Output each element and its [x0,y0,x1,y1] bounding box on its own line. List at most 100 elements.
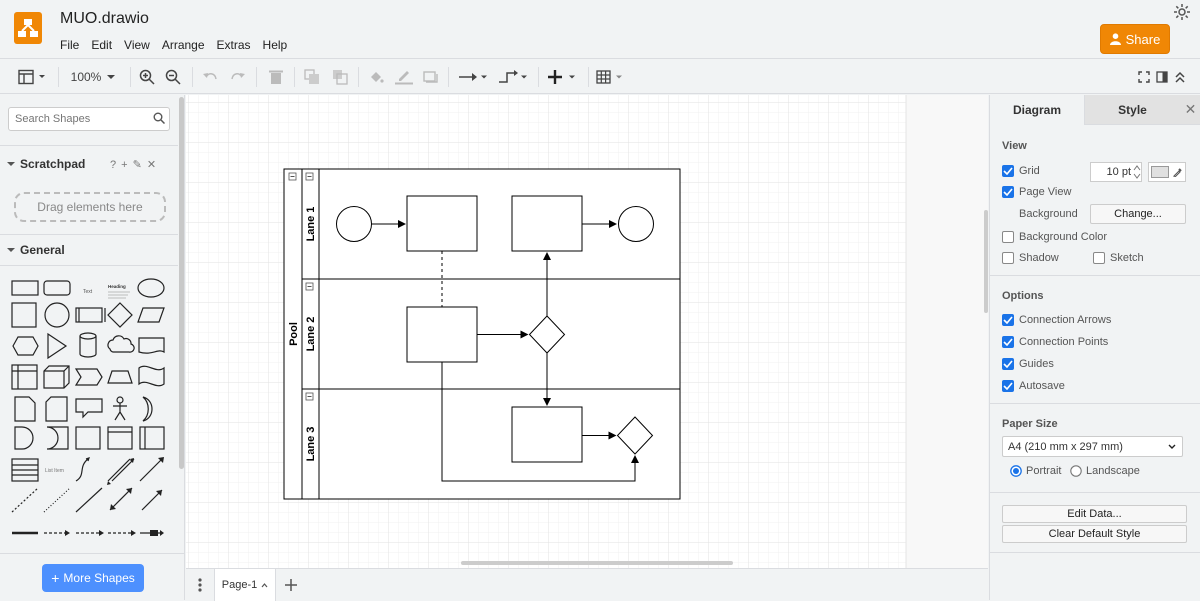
menu-extras[interactable]: Extras [217,38,251,52]
fullscreen-button[interactable] [1136,67,1152,87]
fill-color-button[interactable] [366,67,386,87]
paper-size-select[interactable]: A4 (210 mm x 297 mm) [1002,436,1183,457]
clear-default-style-button[interactable]: Clear Default Style [1002,525,1187,543]
general-title: General [20,243,65,257]
zoom-in-button[interactable] [138,67,156,87]
diagram-canvas[interactable]: Pool Lane 1 Lane 2 Lane 3 [186,95,988,568]
autosave-label: Autosave [1019,380,1065,392]
paper-size-section-title: Paper Size [1002,418,1058,430]
insert-dropdown[interactable] [546,67,580,87]
tab-style[interactable]: Style [1084,95,1180,125]
close-icon[interactable]: ✕ [1180,95,1200,125]
connection-points-checkbox[interactable]: Connection Points [1002,336,1108,348]
zoom-out-button[interactable] [164,67,182,87]
to-front-icon [304,69,319,84]
format-panel-button[interactable] [1154,67,1170,87]
shape-note [14,396,36,422]
zoom-out-icon [165,69,181,85]
page-view-checkbox[interactable]: Page View [1002,186,1071,198]
change-background-button[interactable]: Change... [1090,204,1186,224]
grid-color-swatch [1151,166,1169,178]
portrait-radio[interactable]: Portrait [1010,465,1061,477]
search-icon[interactable] [153,112,165,124]
end-event [618,206,654,242]
shape-triangle [47,332,68,360]
shadow-button[interactable] [420,67,440,87]
redo-button[interactable] [228,67,248,87]
pages-menu-icon[interactable] [194,577,206,593]
landscape-radio[interactable]: Landscape [1070,465,1140,477]
page-tab-page-1[interactable]: Page-1 [214,569,276,601]
diagram-svg[interactable]: Pool Lane 1 Lane 2 Lane 3 [186,95,988,568]
search-shapes-input[interactable] [8,107,170,131]
tab-diagram[interactable]: Diagram [990,95,1084,125]
waypoints-dropdown[interactable] [496,67,530,87]
page-view-label: Page View [1019,186,1072,198]
menu-view[interactable]: View [124,38,150,52]
page-tab-label: Page-1 [221,579,258,591]
guides-label: Guides [1019,358,1054,370]
menu-help[interactable]: Help [263,38,288,52]
scratchpad-actions[interactable]: ? + ✎ ✕ [110,158,157,171]
drawio-logo-icon [14,12,42,44]
menu-arrange[interactable]: Arrange [162,38,205,52]
guides-checkbox[interactable]: Guides [1002,358,1054,370]
connection-style-dropdown[interactable] [456,67,490,87]
sketch-checkbox[interactable]: Sketch [1093,252,1144,264]
format-panel-toggle-button[interactable] [16,67,48,87]
share-button[interactable]: Share [1100,24,1170,54]
user-icon [1109,33,1121,45]
autosave-checkbox[interactable]: Autosave [1002,380,1065,392]
shape-heading-label: Heading [108,284,126,289]
lane2-label: Lane 2 [305,317,317,352]
add-page-icon[interactable] [284,578,298,592]
undo-icon [203,73,217,80]
shadow-label: Shadow [1019,252,1059,264]
chevron-down-icon [7,162,15,166]
start-event [336,206,372,242]
chevron-down-icon [107,75,116,79]
edit-data-button[interactable]: Edit Data... [1002,505,1187,523]
shadow-checkbox[interactable]: Shadow [1002,252,1059,264]
zoom-value: 100% [70,70,102,84]
table-dropdown[interactable] [596,67,626,87]
lane1-label: Lane 1 [305,207,317,242]
more-shapes-button[interactable]: + More Shapes [42,564,144,592]
grid-checkbox[interactable]: Grid [1002,165,1040,177]
background-color-checkbox[interactable]: Background Color [1002,231,1107,243]
line-color-button[interactable] [394,67,414,87]
zoom-in-icon [139,69,155,85]
zoom-dropdown[interactable]: 100% [66,67,120,87]
scratchpad-header[interactable]: Scratchpad ? + ✎ ✕ [0,151,178,177]
shape-document [138,337,165,354]
chevron-up-double-icon [1175,71,1185,83]
redo-icon [231,73,245,80]
canvas-horizontal-scrollbar[interactable] [461,561,733,565]
task-lane2 [406,306,478,363]
general-header[interactable]: General [0,237,178,263]
shape-swimlane [139,426,165,450]
grid-color-picker[interactable] [1148,162,1186,182]
shape-trapezoid [107,370,133,384]
theme-sun-icon[interactable] [1174,4,1190,20]
connection-arrows-checkbox[interactable]: Connection Arrows [1002,314,1111,326]
to-front-button[interactable] [302,67,322,87]
to-back-button[interactable] [330,67,350,87]
pencil-icon [395,71,413,85]
general-shapes-palette[interactable]: Text Heading List Item [0,271,178,551]
grid-size-stepper[interactable] [1133,164,1141,180]
menu-bar: File Edit View Arrange Extras Help [60,38,287,52]
shape-parallelogram [137,307,165,323]
menu-file[interactable]: File [60,38,79,52]
sidebar-scrollbar[interactable] [179,97,184,469]
scratchpad-drop-zone[interactable]: Drag elements here [14,192,166,222]
document-title[interactable]: MUO.drawio [60,10,149,28]
menu-edit[interactable]: Edit [91,38,112,52]
chevron-up-icon[interactable] [261,582,268,588]
shape-card [45,396,68,422]
delete-button[interactable] [266,67,286,87]
canvas-vertical-scrollbar[interactable] [984,210,988,313]
shape-hexagon [12,336,39,356]
collapse-toolbar-button[interactable] [1172,67,1188,87]
undo-button[interactable] [200,67,220,87]
